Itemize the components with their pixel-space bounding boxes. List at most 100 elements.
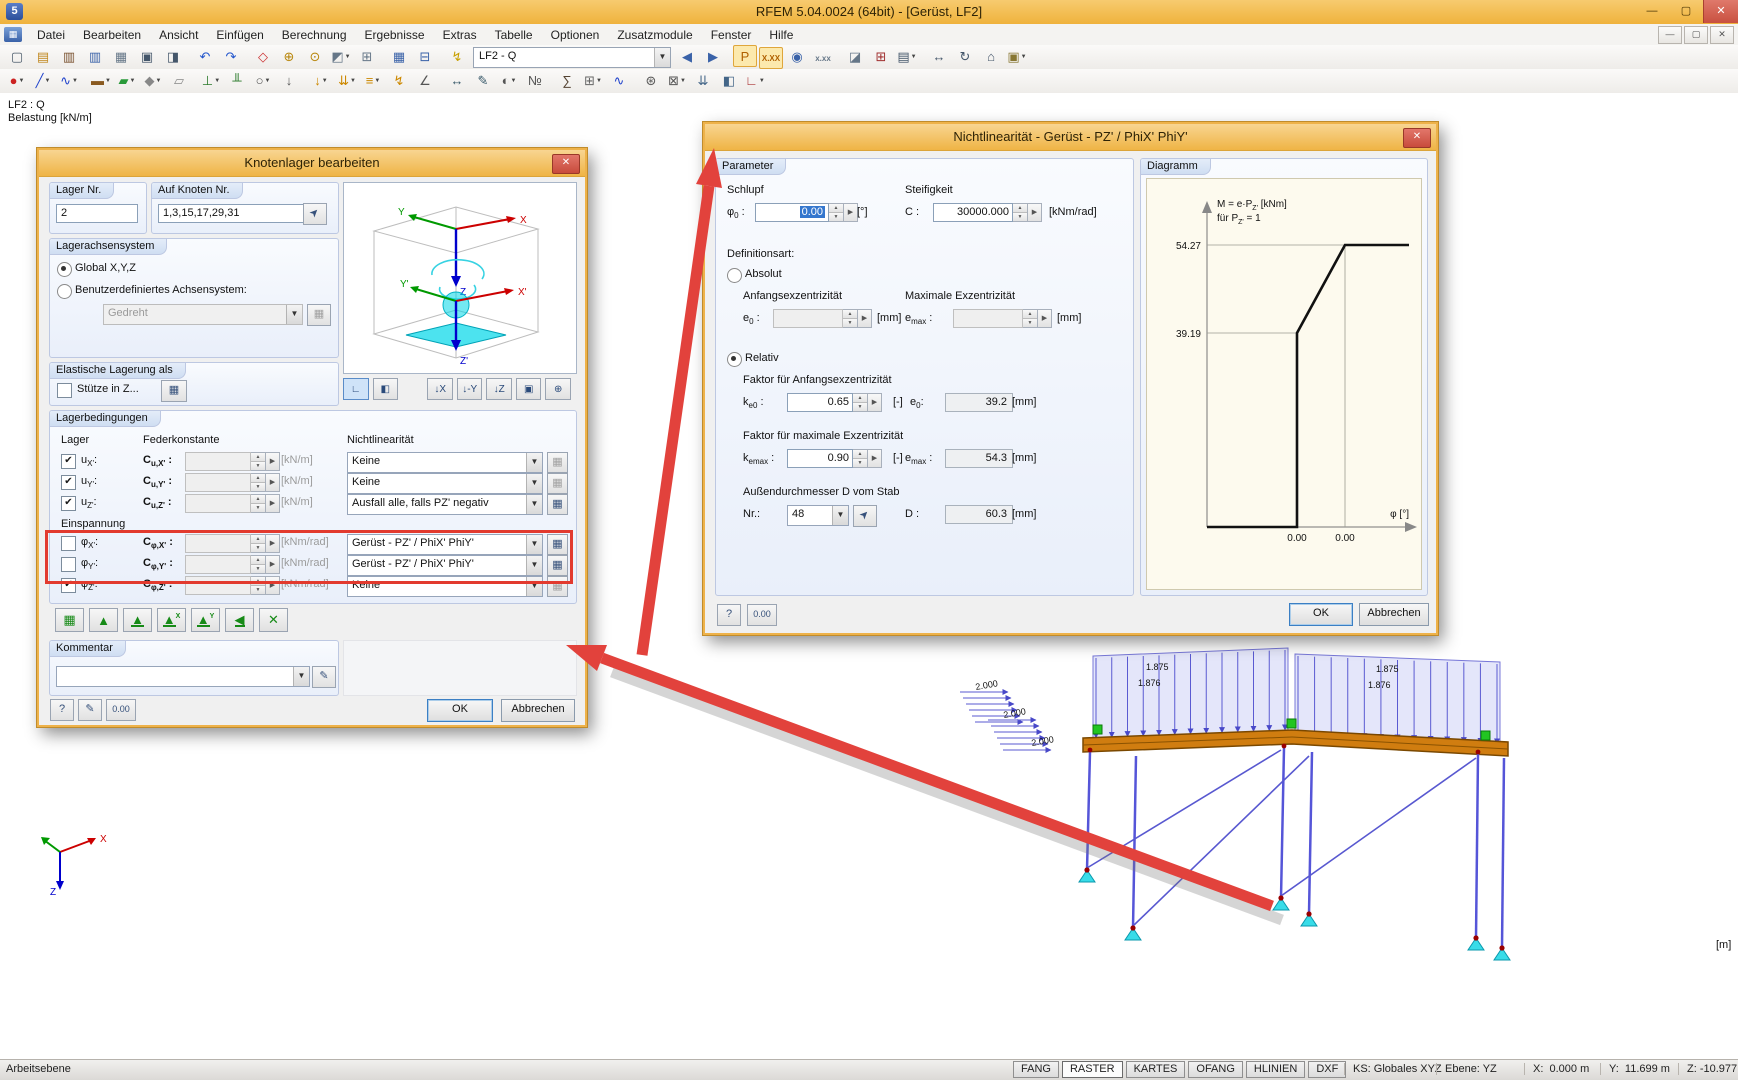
- kemax-spinner[interactable]: 0.90 ▲ ▼ ▶: [787, 449, 882, 468]
- spin-more-icon[interactable]: ▶: [844, 203, 858, 222]
- status-hlinien-toggle[interactable]: HLINIEN: [1245, 1061, 1306, 1078]
- view-rendered-button[interactable]: ◧: [372, 378, 398, 400]
- zoom-window-icon[interactable]: ⊕: [277, 46, 301, 68]
- spin-arrows-icon[interactable]: ▲ ▼: [853, 449, 868, 468]
- redo-icon[interactable]: ↷: [219, 46, 243, 68]
- knoten-nr-field[interactable]: 1,3,15,17,29,31: [158, 204, 306, 223]
- save-icon[interactable]: ▥: [83, 46, 107, 68]
- c-spinner[interactable]: 30000.000 ▲ ▼ ▶: [933, 203, 1042, 222]
- support-rigid-button[interactable]: ▦: [55, 608, 84, 632]
- nodal-load-icon[interactable]: ↓ ▼: [309, 70, 333, 92]
- status-dxf-toggle[interactable]: DXF: [1308, 1061, 1347, 1078]
- scaffold-3d-model[interactable]: 1.875 1.876 1.875 1.876 2.000 2.000 2.00…: [950, 620, 1570, 970]
- radio-absolut[interactable]: [727, 268, 742, 283]
- status-fang-toggle[interactable]: FANG: [1013, 1061, 1059, 1078]
- rotate-view-icon[interactable]: ↻: [953, 46, 977, 68]
- menu-berechnung[interactable]: Berechnung: [273, 26, 356, 44]
- print-graphic-icon[interactable]: ▣ ▼: [1005, 46, 1029, 68]
- move-copy-icon[interactable]: ⇊: [691, 70, 715, 92]
- zoom-dynamic-icon[interactable]: ⊙: [303, 46, 327, 68]
- imperfection-icon[interactable]: ∠: [413, 70, 437, 92]
- pick-nodes-button[interactable]: ➤: [303, 203, 327, 225]
- decimal-places-button[interactable]: 0.00: [106, 699, 136, 721]
- cancel-button[interactable]: Abbrechen: [501, 699, 575, 722]
- stab-nr-combo[interactable]: 48 ▼: [787, 505, 849, 526]
- nonlinearity-combo[interactable]: Keine ▼: [347, 473, 543, 494]
- insert-node-icon[interactable]: ● ▼: [5, 70, 29, 92]
- support-sliding-x-button[interactable]: ▲ X: [157, 608, 186, 632]
- support-φY'-checkbox[interactable]: [61, 557, 76, 572]
- e0-spinner[interactable]: ▲ ▼ ▶: [773, 309, 872, 328]
- nodal-support-icon[interactable]: ⊥ ▼: [199, 70, 223, 92]
- line-support-icon[interactable]: ╨: [225, 70, 249, 92]
- fe-mesh-icon[interactable]: ⊞ ▼: [581, 70, 605, 92]
- result-tables-icon[interactable]: ⊞: [869, 46, 893, 68]
- printout-report-icon[interactable]: ▤ ▼: [895, 46, 919, 68]
- nonlinearity-combo[interactable]: Gerüst - PZ' / PhiX' PhiY' ▼: [347, 534, 543, 555]
- insert-line-icon[interactable]: ╱ ▼: [31, 70, 55, 92]
- save-as-icon[interactable]: ▥: [57, 46, 81, 68]
- show-results-icon[interactable]: ◉: [785, 46, 809, 68]
- new-window-icon[interactable]: ⊞: [355, 46, 379, 68]
- spin-more-icon[interactable]: ▶: [868, 449, 882, 468]
- previous-load-case-icon[interactable]: ◀: [675, 46, 699, 68]
- member-eccentricity-icon[interactable]: ↓: [277, 70, 301, 92]
- status-raster-toggle[interactable]: RASTER: [1061, 1061, 1123, 1078]
- table-layout-icon[interactable]: ⊟: [413, 46, 437, 68]
- settings-icon[interactable]: ⊛: [639, 70, 663, 92]
- radio-user-axes[interactable]: [57, 284, 72, 299]
- visibility-icon[interactable]: ◐ ▼: [497, 70, 521, 92]
- spring-constant-spinner[interactable]: ▲ ▼ ▶: [185, 494, 280, 513]
- ke0-spinner[interactable]: 0.65 ▲ ▼ ▶: [787, 393, 882, 412]
- surface-load-icon[interactable]: ≡ ▼: [361, 70, 385, 92]
- pick-view-icon[interactable]: ◩ ▼: [329, 46, 353, 68]
- load-case-icon[interactable]: ↯: [445, 46, 469, 68]
- status-ofang-toggle[interactable]: OFANG: [1188, 1061, 1243, 1078]
- menu-datei[interactable]: Datei: [28, 26, 74, 44]
- pick-member-button[interactable]: ➤: [853, 505, 877, 527]
- render-mode-icon[interactable]: ◇: [251, 46, 275, 68]
- nonlinearity-edit-button[interactable]: ▦: [547, 473, 568, 494]
- menu-optionen[interactable]: Optionen: [542, 26, 609, 44]
- spring-constant-spinner[interactable]: ▲ ▼ ▶: [185, 576, 280, 595]
- view-isometric-button[interactable]: ▣: [515, 378, 542, 400]
- view-in-z-button[interactable]: ↓Z: [486, 378, 512, 400]
- view-in-minus-y-button[interactable]: ↓-Y: [456, 378, 483, 400]
- spring-constant-spinner[interactable]: ▲ ▼ ▶: [185, 473, 280, 492]
- kommentar-combo[interactable]: ▼: [56, 666, 310, 687]
- free-load-icon[interactable]: ↯: [387, 70, 411, 92]
- insert-opening-icon[interactable]: ▱: [167, 70, 191, 92]
- calculation-icon[interactable]: ∑: [555, 70, 579, 92]
- menu-fenster[interactable]: Fenster: [702, 26, 761, 44]
- minimize-button[interactable]: —: [1635, 0, 1669, 23]
- panel-toggle-icon[interactable]: ◪: [843, 46, 867, 68]
- spin-more-icon[interactable]: ▶: [868, 393, 882, 412]
- support-hinged-button[interactable]: ▲: [89, 608, 118, 632]
- next-load-case-icon[interactable]: ▶: [701, 46, 725, 68]
- pan-view-icon[interactable]: ↔: [927, 45, 951, 67]
- mdi-restore-button[interactable]: ▢: [1684, 25, 1708, 44]
- status-kartes-toggle[interactable]: KARTES: [1125, 1061, 1186, 1078]
- elastic-settings-button[interactable]: ▦: [161, 380, 187, 402]
- view-zoom-button[interactable]: ⊕: [545, 378, 571, 400]
- menu-zusatzmodule[interactable]: Zusatzmodule: [608, 26, 701, 44]
- phi0-spinner[interactable]: 0.00 ▲ ▼ ▶: [755, 203, 858, 222]
- mirror-icon[interactable]: ◧: [717, 70, 741, 92]
- support-preview-panel[interactable]: X Y Z X' Y' Z': [343, 182, 577, 374]
- nonlinearity-combo[interactable]: Gerüst - PZ' / PhiX' PhiY' ▼: [347, 555, 543, 576]
- spin-arrows-icon[interactable]: ▲ ▼: [829, 203, 844, 222]
- comment-icon[interactable]: ✎: [471, 70, 495, 92]
- nonlinearity-combo[interactable]: Ausfall alle, falls PZ' negativ ▼: [347, 494, 543, 515]
- kommentar-edit-button[interactable]: ✎: [312, 666, 336, 688]
- axes-system-combo[interactable]: Gedreht ▼: [103, 304, 303, 325]
- mdi-minimize-button[interactable]: —: [1658, 25, 1682, 44]
- show-loads-icon[interactable]: P: [733, 45, 757, 67]
- insert-solid-icon[interactable]: ◆ ▼: [141, 70, 165, 92]
- spring-constant-spinner[interactable]: ▲ ▼ ▶: [185, 452, 280, 471]
- dimension-icon[interactable]: ↔: [445, 70, 469, 92]
- nonlinearity-combo[interactable]: Keine ▼: [347, 576, 543, 597]
- insert-arc-icon[interactable]: ∿ ▼: [57, 70, 81, 92]
- new-file-icon[interactable]: ▢: [5, 46, 29, 68]
- nonlinearity-combo[interactable]: Keine ▼: [347, 452, 543, 473]
- undo-icon[interactable]: ↶: [193, 46, 217, 68]
